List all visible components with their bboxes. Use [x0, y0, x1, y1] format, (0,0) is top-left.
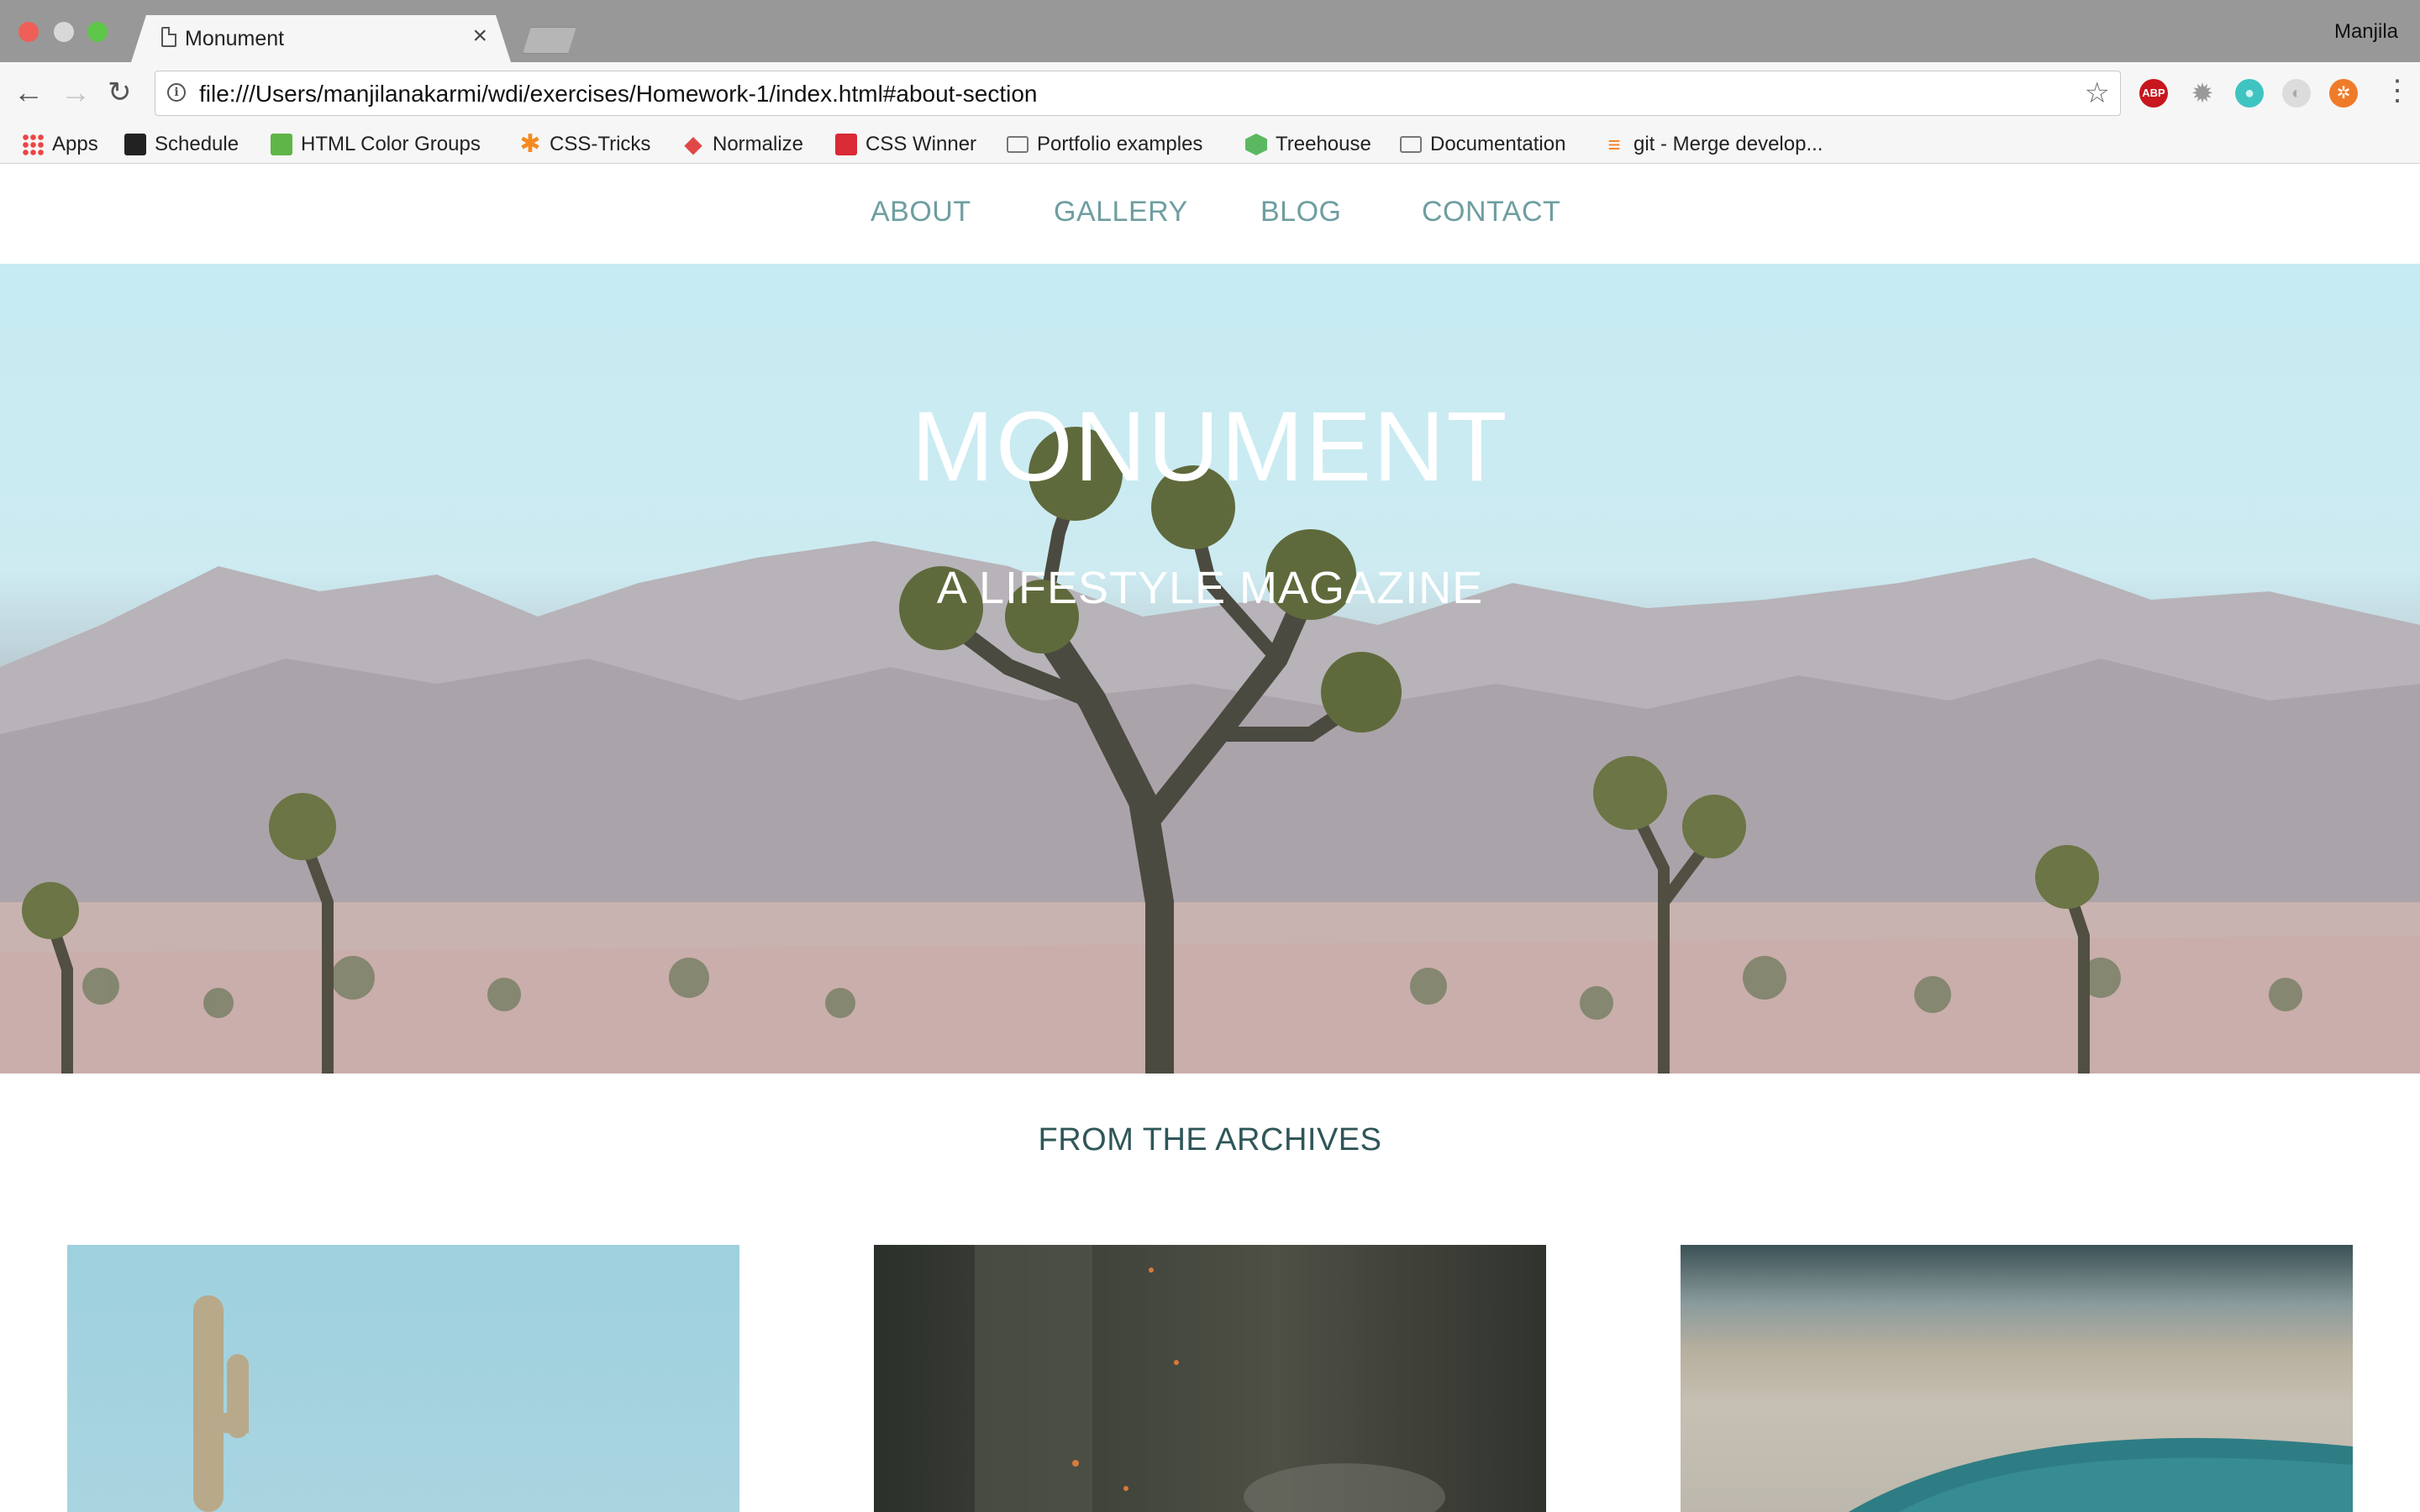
profile-name[interactable]: Manjila — [2334, 20, 2398, 44]
css-winner-icon — [835, 134, 857, 155]
bookmark-css-winner[interactable]: CSS Winner — [835, 129, 976, 160]
bookmark-star-icon[interactable]: ☆ — [2085, 76, 2110, 110]
browser-menu-icon[interactable]: ⋮ — [2383, 76, 2412, 106]
nav-link-contact[interactable]: CONTACT — [1422, 196, 1560, 228]
treehouse-icon — [1245, 134, 1267, 155]
bookmark-label: Schedule — [155, 133, 239, 155]
archive-card-cactus[interactable] — [67, 1245, 739, 1512]
nav-link-blog[interactable]: BLOG — [1260, 196, 1341, 228]
bookmark-label: Portfolio examples — [1037, 133, 1203, 155]
bookmark-html-color-groups[interactable]: HTML Color Groups — [271, 129, 481, 160]
page-icon — [161, 27, 176, 47]
bookmark-portfolio-examples[interactable]: Portfolio examples — [1007, 129, 1202, 160]
bookmark-label: CSS Winner — [865, 133, 977, 155]
bookmark-label: git - Merge develop... — [1634, 133, 1823, 155]
new-tab-button[interactable] — [523, 27, 576, 54]
bookmark-label: Treehouse — [1276, 133, 1371, 155]
archive-card-campfire[interactable] — [874, 1245, 1546, 1512]
blue-bowl-image — [1849, 1437, 2353, 1512]
github-icon — [124, 134, 146, 155]
bookmark-schedule[interactable]: Schedule — [124, 129, 239, 160]
tab-close-icon[interactable]: × — [472, 24, 487, 49]
browser-toolbar: ← → ↻ i file:///Users/manjilanakarmi/wdi… — [0, 62, 2420, 126]
color-groups-icon — [271, 134, 292, 155]
apps-grid-icon — [22, 134, 44, 155]
close-window-button[interactable] — [18, 22, 39, 42]
hero-subtitle: A LIFESTYLE MAGAZINE — [936, 563, 1484, 613]
tab-title: Monument — [185, 27, 285, 50]
teal-extension-icon[interactable]: ● — [2235, 79, 2264, 108]
bookmark-label: Documentation — [1430, 133, 1566, 155]
browser-titlebar: Monument × Manjila — [0, 0, 2420, 62]
nav-link-about[interactable]: ABOUT — [871, 196, 971, 228]
bookmark-css-tricks[interactable]: ✱ CSS-Tricks — [519, 129, 650, 160]
bookmark-label: Normalize — [713, 133, 804, 155]
address-bar[interactable]: i file:///Users/manjilanakarmi/wdi/exerc… — [155, 71, 2121, 116]
bookmark-normalize[interactable]: ◆ Normalize — [682, 129, 803, 160]
bookmarks-bar: Apps Schedule HTML Color Groups ✱ CSS-Tr… — [0, 126, 2420, 164]
cactus-image — [193, 1295, 249, 1512]
info-icon[interactable]: i — [167, 83, 186, 102]
bookmark-label: Apps — [52, 133, 98, 155]
archives-heading: FROM THE ARCHIVES — [1038, 1122, 1382, 1158]
bookmark-documentation[interactable]: Documentation — [1400, 129, 1565, 160]
folder-icon — [1400, 136, 1422, 153]
nav-link-gallery[interactable]: GALLERY — [1054, 196, 1188, 228]
bookmark-apps[interactable]: Apps — [22, 129, 98, 160]
reload-icon[interactable]: ↻ — [108, 77, 132, 108]
browser-tab[interactable]: Monument × — [131, 15, 511, 62]
bookmark-git-merge[interactable]: ≡ git - Merge develop... — [1603, 129, 1823, 160]
adblock-plus-icon[interactable]: ABP — [2139, 79, 2168, 108]
desert-landscape-image — [0, 427, 2420, 1074]
hero-banner: MONUMENT A LIFESTYLE MAGAZINE — [0, 264, 2420, 1074]
maximize-window-button[interactable] — [87, 22, 108, 42]
forward-arrow-icon[interactable]: → — [60, 77, 91, 108]
back-arrow-icon[interactable]: ← — [13, 77, 44, 108]
bookmark-treehouse[interactable]: Treehouse — [1245, 129, 1371, 160]
bookmark-label: CSS-Tricks — [550, 133, 651, 155]
orange-extension-icon[interactable]: ✲ — [2329, 79, 2358, 108]
archive-card-blue-bowl[interactable] — [1681, 1245, 2353, 1512]
folder-icon — [1007, 136, 1028, 153]
campfire-image — [975, 1245, 1445, 1512]
site-nav: ABOUT GALLERY BLOG CONTACT — [0, 164, 2420, 264]
css-tricks-icon: ✱ — [519, 130, 541, 158]
grey-extension-icon[interactable]: ◐ — [2282, 79, 2311, 108]
url-text[interactable]: file:///Users/manjilanakarmi/wdi/exercis… — [199, 81, 1038, 108]
minimize-window-button[interactable] — [54, 22, 74, 42]
bug-extension-icon[interactable]: ✹ — [2188, 79, 2217, 108]
hero-title: MONUMENT — [911, 391, 1509, 502]
bookmark-label: HTML Color Groups — [301, 133, 481, 155]
stackoverflow-icon: ≡ — [1607, 132, 1621, 157]
normalize-icon: ◆ — [684, 131, 702, 157]
